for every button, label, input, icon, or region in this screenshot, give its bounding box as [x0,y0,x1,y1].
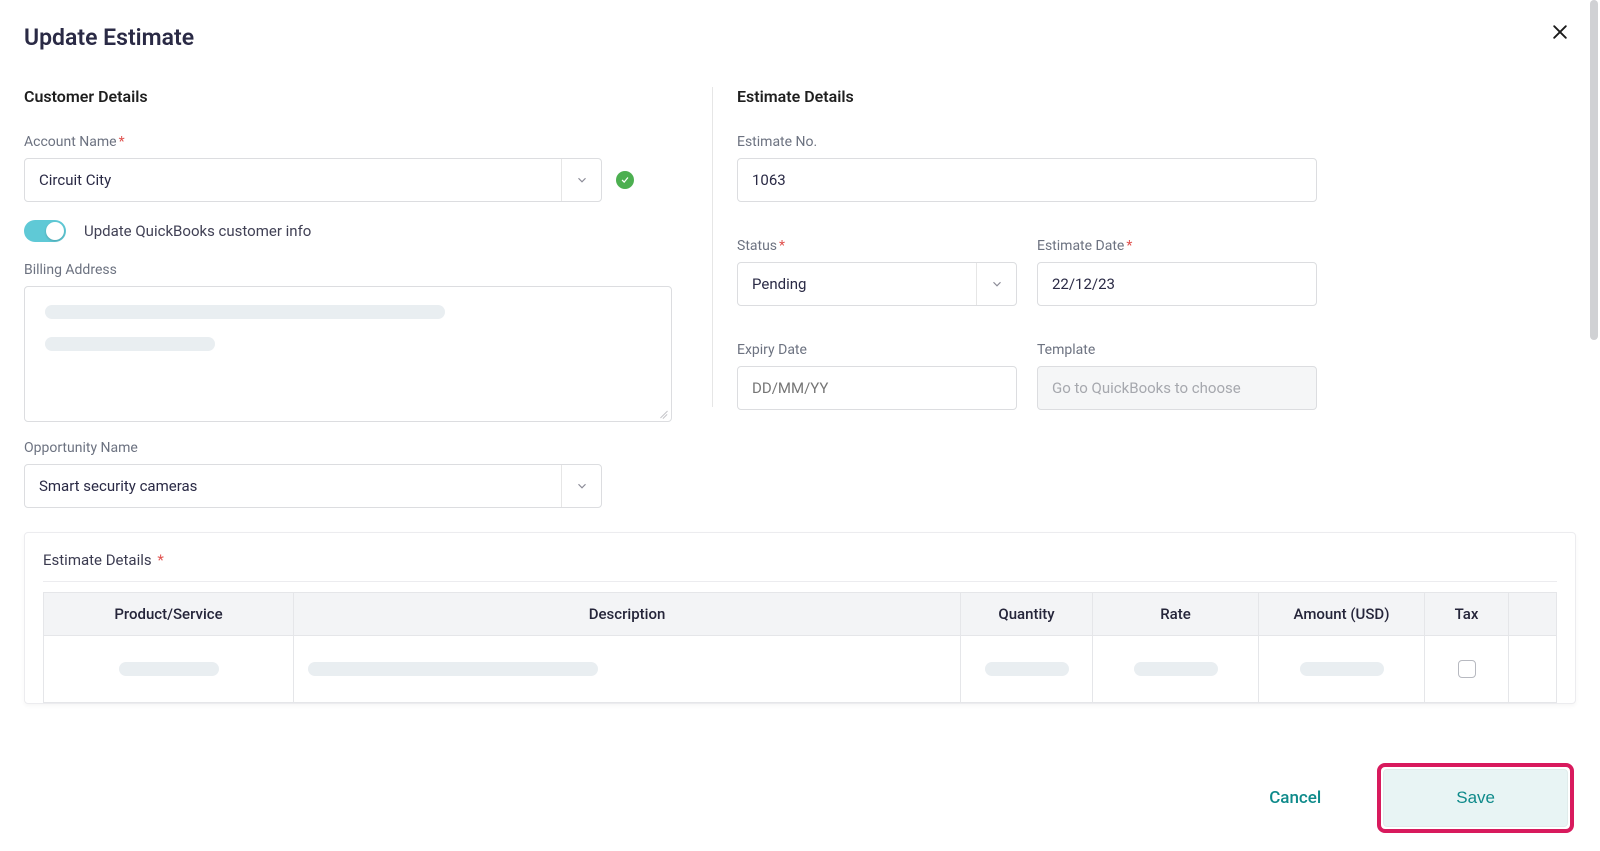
skeleton-cell [1300,662,1384,676]
status-select[interactable]: Pending [737,262,1017,306]
estimate-date-field: Estimate Date* [1037,238,1317,306]
account-name-row: Circuit City [24,158,672,202]
account-name-field: Account Name* Circuit City [24,134,672,202]
account-name-value: Circuit City [25,159,561,201]
opportunity-name-field: Opportunity Name Smart security cameras [24,440,672,508]
expiry-date-input[interactable] [737,366,1017,410]
line-items-title: Estimate Details * [43,551,1557,582]
cell-quantity[interactable] [961,636,1093,703]
estimate-details-column: Estimate Details Estimate No. Status* Pe… [712,87,1576,407]
cell-product[interactable] [44,636,294,703]
col-tax: Tax [1425,593,1509,636]
customer-details-heading: Customer Details [24,87,672,106]
account-name-label: Account Name* [24,134,672,150]
estimate-date-label: Estimate Date* [1037,238,1317,254]
billing-address-field: Billing Address [24,262,672,422]
col-amount: Amount (USD) [1259,593,1425,636]
template-input [1037,366,1317,410]
check-icon [620,175,630,185]
required-marker: * [1126,238,1132,254]
estimate-details-grid: Estimate No. Status* Pending [737,134,1576,428]
chevron-down-icon [575,479,589,493]
skeleton-cell [308,662,598,676]
account-name-select[interactable]: Circuit City [24,158,602,202]
line-items-header: Product/Service Description Quantity Rat… [44,593,1557,636]
cell-actions [1509,636,1557,703]
estimate-details-heading: Estimate Details [737,87,1576,106]
tax-checkbox[interactable] [1458,660,1476,678]
toggle-knob [46,222,64,240]
page-title: Update Estimate [24,24,1576,51]
col-product: Product/Service [44,593,294,636]
close-button[interactable] [1546,18,1574,46]
cancel-button[interactable]: Cancel [1269,788,1321,808]
resize-handle-icon[interactable] [656,406,668,418]
account-name-caret [561,159,601,201]
status-label: Status* [737,238,1017,254]
col-rate: Rate [1093,593,1259,636]
vertical-scrollbar[interactable] [1590,0,1598,700]
opportunity-name-select[interactable]: Smart security cameras [24,464,602,508]
update-estimate-page: Update Estimate Customer Details Account… [0,0,1600,851]
estimate-no-label: Estimate No. [737,134,1317,150]
opportunity-name-value: Smart security cameras [25,465,561,507]
cell-description[interactable] [294,636,961,703]
required-marker: * [779,238,785,254]
chevron-down-icon [990,277,1004,291]
update-quickbooks-toggle[interactable] [24,220,66,242]
cell-tax [1425,636,1509,703]
template-label: Template [1037,342,1317,358]
required-marker: * [154,551,164,569]
estimate-no-input[interactable] [737,158,1317,202]
expiry-date-field: Expiry Date [737,342,1017,410]
customer-details-column: Customer Details Account Name* Circuit C… [24,87,712,526]
skeleton-line [45,305,445,319]
status-field: Status* Pending [737,238,1017,306]
col-quantity: Quantity [961,593,1093,636]
opportunity-name-label: Opportunity Name [24,440,672,456]
status-value: Pending [738,263,976,305]
col-actions [1509,593,1557,636]
expiry-date-label: Expiry Date [737,342,1017,358]
required-marker: * [119,134,125,150]
save-button[interactable]: Save [1383,769,1568,827]
skeleton-cell [1134,662,1218,676]
table-row[interactable] [44,636,1557,703]
line-items-card: Estimate Details * Product/Service Descr… [24,532,1576,704]
update-quickbooks-row: Update QuickBooks customer info [24,220,672,242]
form-columns: Customer Details Account Name* Circuit C… [24,87,1576,526]
billing-address-label: Billing Address [24,262,672,278]
skeleton-line [45,337,215,351]
status-caret [976,263,1016,305]
footer-actions: Cancel Save [0,745,1600,851]
update-quickbooks-label: Update QuickBooks customer info [84,222,311,240]
billing-address-input[interactable] [24,286,672,422]
account-verified-badge [616,171,634,189]
scrollbar-thumb[interactable] [1590,0,1598,340]
close-icon [1550,22,1570,42]
estimate-date-input[interactable] [1037,262,1317,306]
cell-rate[interactable] [1093,636,1259,703]
template-field: Template [1037,342,1317,410]
estimate-no-field: Estimate No. [737,134,1317,202]
line-items-table: Product/Service Description Quantity Rat… [43,592,1557,703]
skeleton-cell [985,662,1069,676]
col-description: Description [294,593,961,636]
save-button-highlight: Save [1377,763,1574,833]
skeleton-cell [119,662,219,676]
chevron-down-icon [575,173,589,187]
cell-amount[interactable] [1259,636,1425,703]
opportunity-name-caret [561,465,601,507]
